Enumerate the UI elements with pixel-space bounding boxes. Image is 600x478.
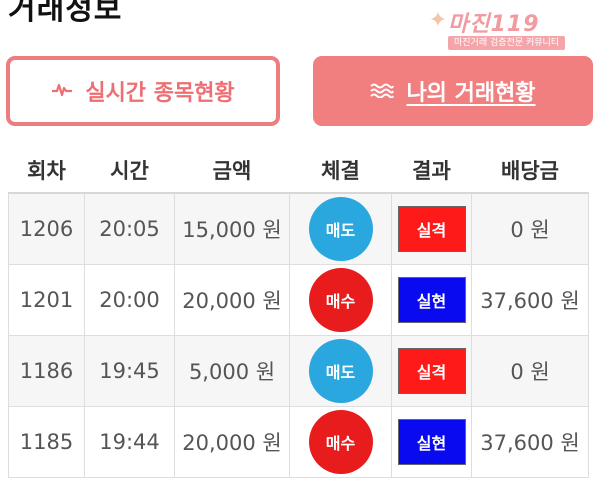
- header-amount: 금액: [174, 148, 290, 194]
- cell-time: 20:05: [84, 193, 175, 265]
- live-status-label: 실시간 종목현황: [85, 81, 235, 106]
- header-trade: 체결: [289, 148, 392, 194]
- logo-name: 마진119: [448, 12, 540, 37]
- site-logo: ✦ 마진119 마진거래 검증전문 커뮤니티: [420, 6, 590, 52]
- buy-badge: 매수: [308, 268, 373, 332]
- cell-time: 19:44: [84, 406, 175, 478]
- cell-round: 1201: [8, 264, 85, 336]
- live-status-button[interactable]: 실시간 종목현황: [6, 56, 280, 126]
- cell-amount: 15,000 원: [174, 193, 290, 265]
- cell-result: 실현: [391, 264, 472, 336]
- trade-table: 회차 시간 금액 체결 결과 배당금 1206 20:05 15,000 원 매도 실격…: [8, 148, 589, 478]
- cell-result: 실격: [391, 335, 472, 407]
- cell-trade: 매도: [289, 193, 392, 265]
- cell-round: 1185: [8, 406, 85, 478]
- cell-payout: 37,600 원: [471, 406, 589, 478]
- cell-amount: 5,000 원: [174, 335, 290, 407]
- table-header-row: 회차 시간 금액 체결 결과 배당금: [8, 148, 589, 194]
- table-row: 1185 19:44 20,000 원 매수 실현 37,600 원: [8, 406, 589, 478]
- cell-time: 20:00: [84, 264, 175, 336]
- cell-payout: 0 원: [471, 335, 589, 407]
- result-win-badge: 실현: [397, 277, 466, 323]
- cell-round: 1206: [8, 193, 85, 265]
- cell-trade: 매수: [289, 264, 392, 336]
- page-title: 거래정보: [8, 0, 123, 27]
- table-row: 1186 19:45 5,000 원 매도 실격 0 원: [8, 335, 589, 407]
- cell-result: 실격: [391, 193, 472, 265]
- table-row: 1206 20:05 15,000 원 매도 실격 0 원: [8, 193, 589, 265]
- pulse-icon: [51, 79, 73, 103]
- logo-tagline: 마진거래 검증전문 커뮤니티: [448, 36, 566, 50]
- cell-trade: 매수: [289, 406, 392, 478]
- result-lose-badge: 실격: [397, 206, 466, 252]
- sell-badge: 매도: [308, 339, 373, 403]
- waves-icon: [370, 79, 395, 103]
- header-result: 결과: [391, 148, 472, 194]
- header-round: 회차: [8, 148, 85, 194]
- cell-result: 실현: [391, 406, 472, 478]
- table-row: 1201 20:00 20,000 원 매수 실현 37,600 원: [8, 264, 589, 336]
- sell-badge: 매도: [308, 197, 373, 261]
- header-time: 시간: [84, 148, 175, 194]
- cell-round: 1186: [8, 335, 85, 407]
- cell-amount: 20,000 원: [174, 264, 290, 336]
- result-win-badge: 실현: [397, 419, 466, 465]
- buy-badge: 매수: [308, 410, 373, 474]
- my-trades-label: 나의 거래현황: [406, 81, 536, 106]
- cell-payout: 37,600 원: [471, 264, 589, 336]
- cell-time: 19:45: [84, 335, 175, 407]
- result-lose-badge: 실격: [397, 348, 466, 394]
- cell-trade: 매도: [289, 335, 392, 407]
- my-trades-button[interactable]: 나의 거래현황: [313, 56, 593, 126]
- cell-amount: 20,000 원: [174, 406, 290, 478]
- cell-payout: 0 원: [471, 193, 589, 265]
- header-payout: 배당금: [471, 148, 589, 194]
